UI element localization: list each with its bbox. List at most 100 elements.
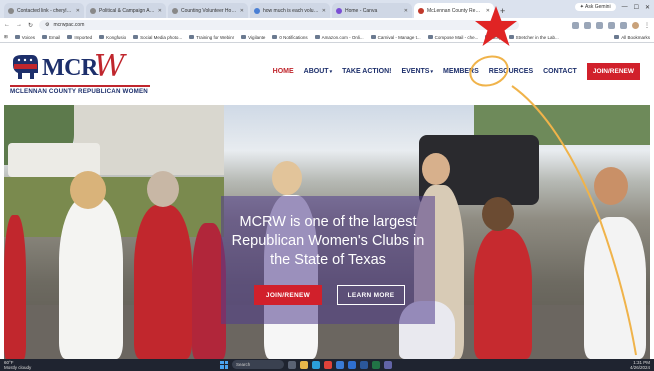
- word-icon[interactable]: [360, 360, 368, 369]
- bookmarks-bar: ⊞ Voices Email Imported Kongfusio Social…: [0, 32, 654, 43]
- bookmark-item[interactable]: Social Media photo...: [133, 35, 182, 40]
- taskbar-search[interactable]: Search: [232, 360, 284, 369]
- ask-gemini-button[interactable]: ✦ Ask Gemini: [574, 3, 616, 11]
- extension-icon[interactable]: [608, 21, 615, 29]
- bookmark-item[interactable]: Training for Webinr: [189, 35, 234, 40]
- canva-icon: [336, 7, 342, 14]
- bookmark-label: Amazon.com - Onli...: [321, 34, 364, 40]
- nav-events[interactable]: EVENTS▾: [401, 68, 433, 75]
- browser-tab[interactable]: Political & Campaign Activities✕: [86, 3, 166, 18]
- browser-tab[interactable]: Counting Volunteer Hours | Vo...✕: [168, 3, 248, 18]
- close-tab-icon[interactable]: ✕: [322, 8, 326, 14]
- hero-photo-person: [147, 171, 179, 207]
- bookmark-label: Kongfusio: [106, 34, 127, 40]
- bookmark-item[interactable]: Compose Mail - che...: [427, 35, 478, 40]
- site-logo[interactable]: MCR W MCLENNAN COUNTY REPUBLICAN WOMEN: [8, 49, 158, 97]
- window-controls: ✦ Ask Gemini — ☐ ✕: [574, 3, 650, 11]
- nav-contact[interactable]: CONTACT: [543, 68, 577, 75]
- url-field[interactable]: ⚙ mcrwpac.com: [39, 20, 520, 30]
- bookmark-label: Imported: [74, 34, 93, 40]
- folder-icon: [614, 35, 620, 39]
- reload-icon[interactable]: ↻: [28, 22, 33, 29]
- menu-icon[interactable]: ⋮: [644, 22, 650, 29]
- apps-icon[interactable]: ⊞: [4, 34, 8, 40]
- maximize-icon[interactable]: ☐: [634, 4, 639, 11]
- extension-icon[interactable]: [584, 21, 591, 29]
- extensions-bar: ⋮: [572, 21, 650, 29]
- windows-start-icon[interactable]: [220, 360, 228, 369]
- bookmark-item[interactable]: Voices: [14, 35, 35, 40]
- back-icon[interactable]: ←: [4, 22, 10, 28]
- weather-widget[interactable]: 60°F Mostly cloudy: [4, 360, 31, 370]
- chrome-icon[interactable]: [324, 360, 332, 369]
- close-window-icon[interactable]: ✕: [645, 4, 650, 11]
- close-tab-icon[interactable]: ✕: [158, 8, 162, 14]
- main-nav: HOME ABOUT▾ TAKE ACTION! EVENTS▾ MEMBERS…: [273, 63, 640, 80]
- bookmark-item[interactable]: Carnival - Manage t...: [370, 35, 421, 40]
- hero-photo-person: [584, 217, 646, 359]
- hero-join-renew-button[interactable]: JOIN/RENEW: [254, 285, 322, 305]
- system-tray-clock[interactable]: 1:31 PM 4/26/2024: [630, 360, 650, 370]
- folder-icon: [42, 35, 48, 39]
- nav-events-label: EVENTS: [401, 68, 430, 75]
- bell-icon: [272, 35, 278, 39]
- excel-icon[interactable]: [372, 360, 380, 369]
- folder-icon: [14, 35, 20, 39]
- tab-label: Contacted link - cherylerranm...: [17, 7, 73, 14]
- tab-label: Political & Campaign Activities: [99, 7, 155, 14]
- logo-subtitle: MCLENNAN COUNTY REPUBLICAN WOMEN: [10, 88, 148, 95]
- file-explorer-icon[interactable]: [300, 360, 308, 369]
- bookmark-label: 0 Notifications: [279, 34, 308, 40]
- nav-home[interactable]: HOME: [273, 68, 294, 75]
- clock-date: 4/26/2024: [629, 365, 650, 370]
- close-tab-icon[interactable]: ✕: [404, 8, 408, 14]
- edge-icon[interactable]: [312, 360, 320, 369]
- teams-icon[interactable]: [384, 360, 392, 369]
- bookmark-item[interactable]: 0 Notifications: [272, 34, 308, 40]
- folder-icon: [189, 35, 195, 39]
- bookmark-item[interactable]: Amazon.com - Onli...: [314, 34, 364, 40]
- tab-label: how much is each volunteer h...: [263, 7, 319, 14]
- task-view-icon[interactable]: [288, 360, 296, 369]
- tab-label: Home - Canva: [345, 7, 378, 14]
- nav-join-renew-button[interactable]: JOIN/RENEW: [586, 63, 640, 80]
- extension-icon[interactable]: [596, 21, 603, 29]
- bookmark-item[interactable]: Vigilante: [241, 35, 265, 40]
- close-tab-icon[interactable]: ✕: [76, 8, 80, 14]
- bookmark-label: Social Media photo...: [140, 34, 183, 40]
- bookmark-label: Email: [49, 34, 61, 40]
- bookmark-item[interactable]: Imported: [67, 35, 92, 40]
- weather-desc: Mostly cloudy: [4, 365, 32, 370]
- close-tab-icon[interactable]: ✕: [240, 8, 244, 14]
- amazon-icon: [314, 35, 320, 39]
- url-text: mcrwpac.com: [53, 22, 85, 28]
- nav-about-label: ABOUT: [303, 68, 329, 75]
- minimize-icon[interactable]: —: [622, 4, 628, 10]
- nav-take-action[interactable]: TAKE ACTION!: [342, 68, 391, 75]
- red-star-annotation: [475, 6, 517, 46]
- extension-icon[interactable]: [572, 21, 579, 29]
- extension-icon[interactable]: [620, 21, 627, 29]
- browser-tab[interactable]: how much is each volunteer h...✕: [250, 3, 330, 18]
- browser-tab[interactable]: Home - Canva ✕: [332, 3, 412, 18]
- hero-photo-person: [474, 229, 532, 359]
- hero-banner: MCRW is one of the largest Republican Wo…: [4, 105, 650, 359]
- hero-photo-person: [70, 171, 106, 209]
- hero-learn-more-button[interactable]: LEARN MORE: [337, 285, 405, 305]
- folder-icon: [241, 35, 247, 39]
- bookmark-item[interactable]: Kongfusio: [99, 35, 126, 40]
- site-info-icon[interactable]: ⚙: [45, 22, 49, 28]
- mail-icon[interactable]: [348, 360, 356, 369]
- hero-photo-person: [272, 161, 302, 195]
- bookmark-label: All Bookmarks: [621, 34, 650, 40]
- browser-tab[interactable]: Contacted link - cherylerranm...✕: [4, 3, 84, 18]
- profile-avatar[interactable]: [632, 21, 639, 29]
- store-icon[interactable]: [336, 360, 344, 369]
- all-bookmarks[interactable]: All Bookmarks: [614, 35, 650, 40]
- carnival-icon: [370, 35, 376, 39]
- bookmark-item[interactable]: Email: [42, 35, 60, 40]
- forward-icon[interactable]: →: [16, 22, 22, 28]
- taskbar-search-label: Search: [236, 362, 251, 367]
- hero-photo-person: [134, 205, 192, 359]
- nav-about[interactable]: ABOUT▾: [304, 68, 332, 75]
